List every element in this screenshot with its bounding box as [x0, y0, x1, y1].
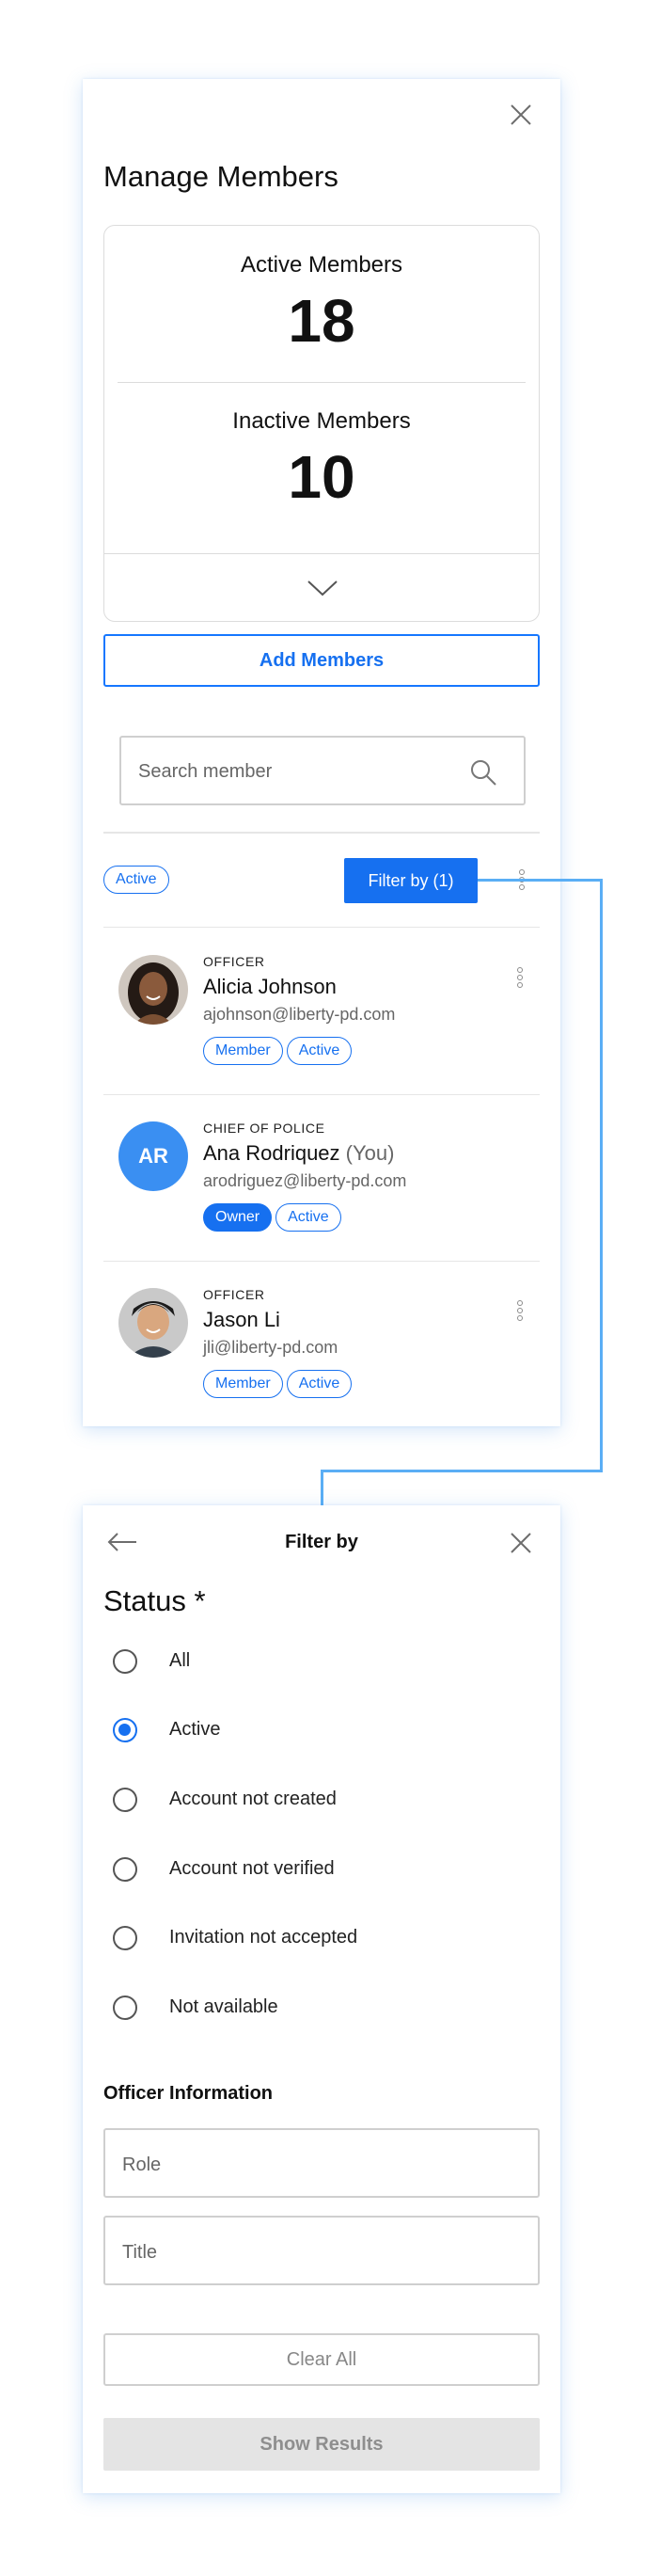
search-icon[interactable]	[469, 758, 497, 787]
active-members-label: Active Members	[240, 252, 403, 278]
member-badges: Owner Active	[203, 1203, 341, 1232]
avatar: AR	[118, 1121, 188, 1191]
radio-button[interactable]	[113, 1649, 137, 1674]
radio-label: All	[169, 1650, 191, 1671]
member-email: arodriguez@liberty-pd.com	[203, 1171, 407, 1190]
role-input[interactable]	[120, 2149, 519, 2181]
role-field[interactable]	[103, 2128, 540, 2198]
add-members-button[interactable]: Add Members	[103, 634, 540, 687]
kebab-menu-icon[interactable]	[517, 869, 527, 896]
member-row[interactable]: AR CHIEF OF POLICE Ana Rodriquez (You) a…	[103, 1094, 540, 1261]
kebab-menu-icon[interactable]	[515, 967, 525, 994]
member-email: ajohnson@liberty-pd.com	[203, 1005, 396, 1024]
filter-by-button[interactable]: Filter by (1)	[344, 858, 478, 903]
member-role: OFFICER	[203, 954, 265, 969]
filter-title: Filter by	[285, 1532, 358, 1552]
active-filter-chip[interactable]: Active	[103, 866, 169, 894]
title-input[interactable]	[120, 2236, 519, 2268]
inactive-members-count: 10	[288, 443, 355, 511]
avatar	[118, 1288, 188, 1358]
radio-button[interactable]	[113, 1788, 137, 1812]
owner-badge: Owner	[203, 1203, 273, 1232]
search-input[interactable]	[136, 755, 460, 788]
title-field[interactable]	[103, 2216, 540, 2285]
member-name-text: Jason Li	[203, 1308, 280, 1331]
member-name: Alicia Johnson	[203, 975, 337, 999]
radio-label: Invitation not accepted	[169, 1927, 358, 1948]
member-badge: Member	[203, 1370, 283, 1398]
avatar	[118, 955, 188, 1025]
status-heading: Status *	[103, 1584, 206, 1617]
show-results-button[interactable]: Show Results	[103, 2418, 540, 2471]
status-badge: Active	[286, 1037, 353, 1065]
member-row[interactable]: OFFICER Alicia Johnson ajohnson@liberty-…	[103, 928, 540, 1094]
page-title: Manage Members	[103, 160, 338, 193]
stats-divider	[118, 382, 526, 383]
radio-label: Account not created	[169, 1789, 337, 1809]
flow-connector	[600, 879, 603, 1471]
flow-connector	[321, 1470, 323, 1505]
manage-members-panel: Manage Members Active Members 18 Inactiv…	[83, 79, 560, 1426]
active-members-count: 18	[288, 287, 355, 355]
flow-connector	[478, 879, 602, 882]
radio-label: Active	[169, 1719, 221, 1740]
chevron-down-icon[interactable]	[307, 576, 338, 598]
member-name-text: Alicia Johnson	[203, 975, 337, 998]
member-row[interactable]: OFFICER Jason Li jli@liberty-pd.com Memb…	[103, 1261, 540, 1427]
status-badge: Active	[286, 1370, 353, 1398]
member-name-text: Ana Rodriquez	[203, 1141, 340, 1165]
member-role: CHIEF OF POLICE	[203, 1121, 325, 1136]
filter-panel: Filter by Status * All Active Account no…	[83, 1505, 560, 2493]
member-email: jli@liberty-pd.com	[203, 1338, 338, 1357]
member-name: Jason Li	[203, 1308, 280, 1332]
stats-footer-divider	[104, 553, 539, 554]
radio-button-checked[interactable]	[113, 1718, 137, 1742]
you-indicator: (You)	[345, 1141, 395, 1165]
close-icon[interactable]	[508, 1530, 534, 1556]
member-badge: Member	[203, 1037, 283, 1065]
status-badge: Active	[275, 1203, 341, 1232]
member-role: OFFICER	[203, 1287, 265, 1302]
member-badges: Member Active	[203, 1037, 353, 1065]
section-divider	[103, 832, 540, 834]
flow-connector	[321, 1470, 603, 1472]
search-field[interactable]	[119, 736, 526, 805]
member-stats-card: Active Members 18 Inactive Members 10	[103, 225, 540, 622]
radio-label: Not available	[169, 1996, 278, 2017]
member-badges: Member Active	[203, 1370, 353, 1398]
radio-button[interactable]	[113, 1996, 137, 2020]
radio-label: Account not verified	[169, 1858, 335, 1879]
member-name: Ana Rodriquez (You)	[203, 1141, 394, 1166]
inactive-members-label: Inactive Members	[232, 408, 411, 434]
kebab-menu-icon[interactable]	[515, 1300, 525, 1327]
radio-button[interactable]	[113, 1926, 137, 1950]
radio-button[interactable]	[113, 1857, 137, 1882]
officer-info-heading: Officer Information	[103, 2083, 274, 2104]
clear-all-button[interactable]: Clear All	[103, 2333, 540, 2386]
close-icon[interactable]	[508, 102, 534, 128]
